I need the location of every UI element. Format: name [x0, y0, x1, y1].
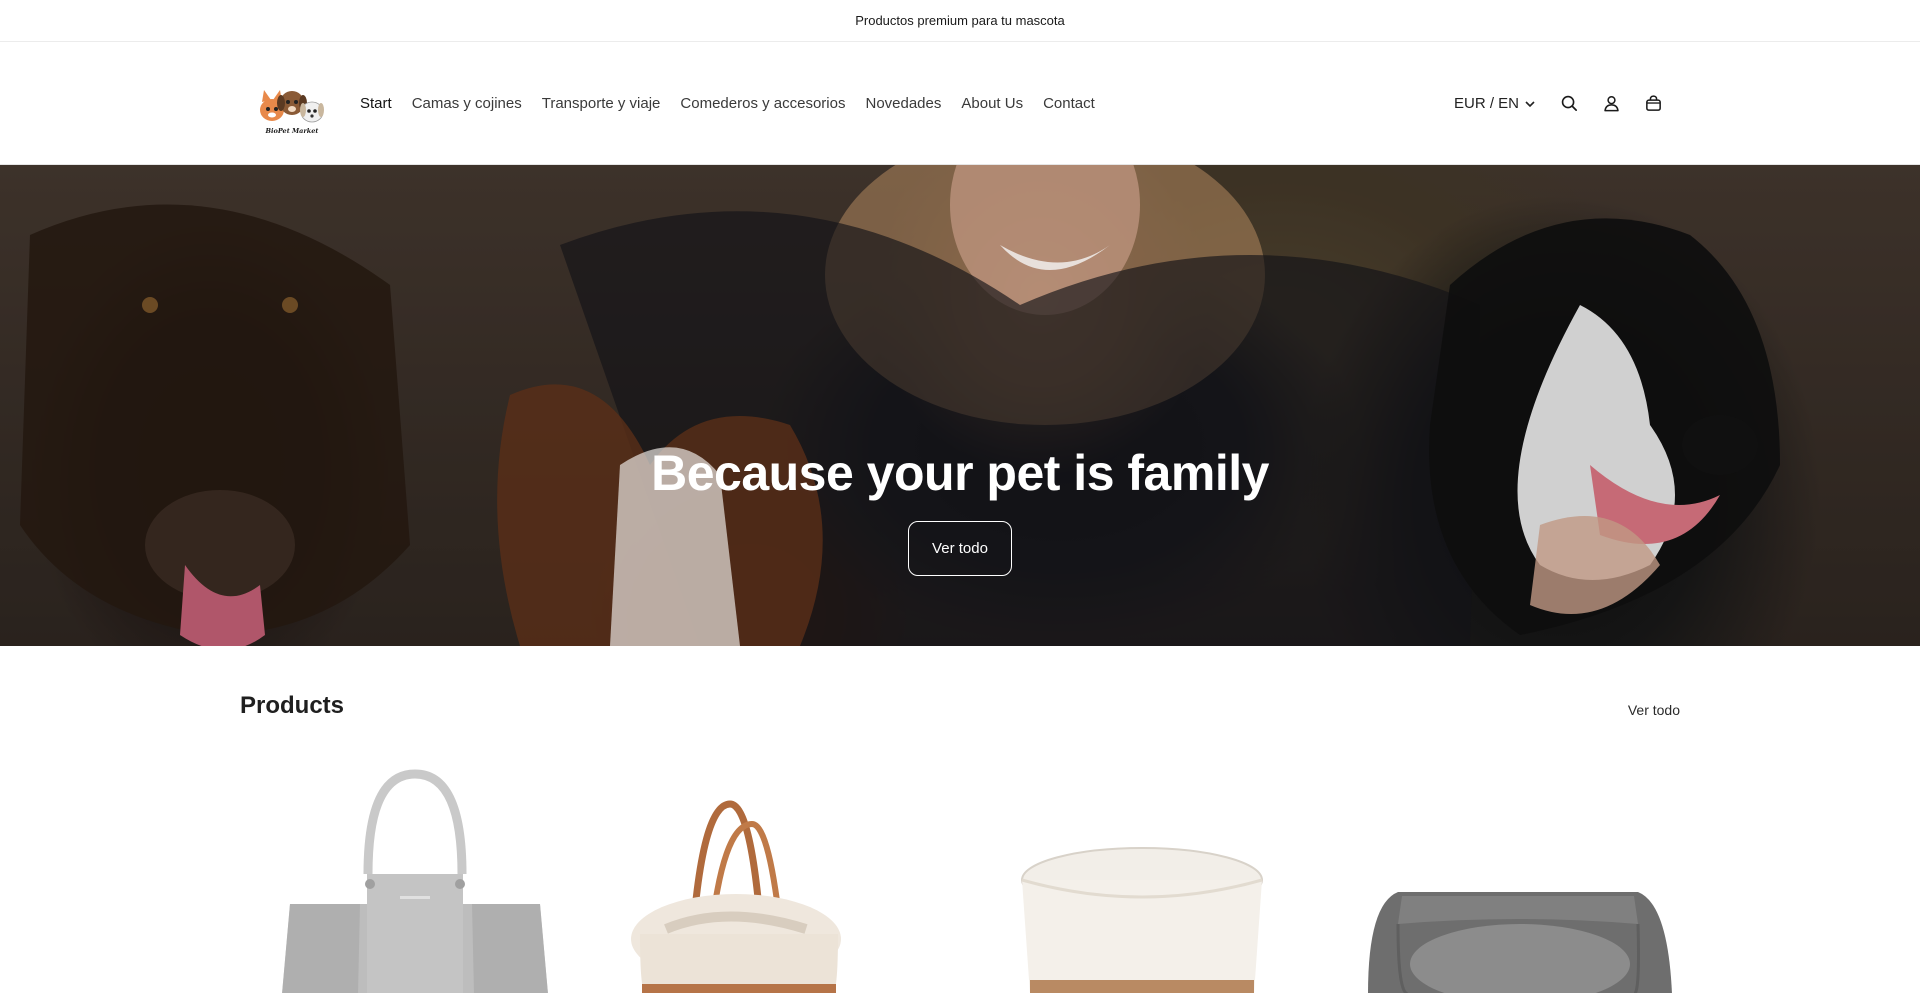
account-button[interactable]: [1590, 83, 1632, 125]
nav-item-transporte-y-viaje[interactable]: Transporte y viaje: [532, 95, 671, 112]
main-navigation: Start Camas y cojines Transporte y viaje…: [350, 42, 1105, 165]
announcement-bar: Productos premium para tu mascota: [0, 0, 1920, 42]
nav-item-contact[interactable]: Contact: [1033, 95, 1105, 112]
svg-text:BioPet Market: BioPet Market: [265, 127, 319, 135]
search-button[interactable]: [1548, 83, 1590, 125]
hero-content: Because your pet is family Ver todo: [0, 443, 1920, 576]
products-section: Products Ver todo: [0, 646, 1920, 993]
logo-image: BioPet Market: [260, 90, 324, 135]
currency-label: EUR / EN: [1453, 95, 1519, 112]
nav-item-start[interactable]: Start: [350, 95, 402, 112]
nav-item-comederos-y-accesorios[interactable]: Comederos y accesorios: [670, 95, 855, 112]
search-icon: [1561, 95, 1577, 112]
hero-title: Because your pet is family: [651, 445, 1269, 501]
announcement-text: Productos premium para tu mascota: [855, 13, 1065, 28]
nav-item-about-us[interactable]: About Us: [951, 95, 1033, 112]
product-card-dog-bed[interactable]: [1338, 764, 1680, 993]
product-card-bowl[interactable]: [972, 764, 1314, 993]
product-image-dog-bed: [1368, 892, 1672, 993]
hero-view-all-button[interactable]: Ver todo: [908, 521, 1012, 576]
product-image-carrier-bag: [631, 800, 841, 993]
store-logo[interactable]: BioPet Market: [252, 76, 332, 140]
nav-item-novedades[interactable]: Novedades: [855, 95, 951, 112]
cart-button[interactable]: [1632, 83, 1674, 125]
product-card-carrier-bag[interactable]: [606, 764, 948, 993]
product-image-bowl: [1021, 847, 1263, 993]
product-grid: [240, 764, 1680, 993]
site-header: BioPet Market Start Camas y cojines Tran…: [0, 42, 1920, 165]
currency-language-selector[interactable]: EUR / EN: [1454, 95, 1536, 112]
product-image-tote-bag: [282, 769, 548, 993]
header-actions: EUR / EN: [1454, 42, 1674, 165]
product-card-tote-bag[interactable]: [240, 764, 582, 993]
products-view-all-link[interactable]: Ver todo: [1628, 702, 1680, 718]
products-title: Products: [240, 692, 345, 719]
account-icon: [1603, 95, 1619, 112]
cart-icon: [1645, 95, 1661, 111]
chevron-down-icon: [1525, 100, 1535, 107]
nav-item-camas-y-cojines[interactable]: Camas y cojines: [402, 95, 532, 112]
hero-banner: Because your pet is family Ver todo: [0, 165, 1920, 646]
